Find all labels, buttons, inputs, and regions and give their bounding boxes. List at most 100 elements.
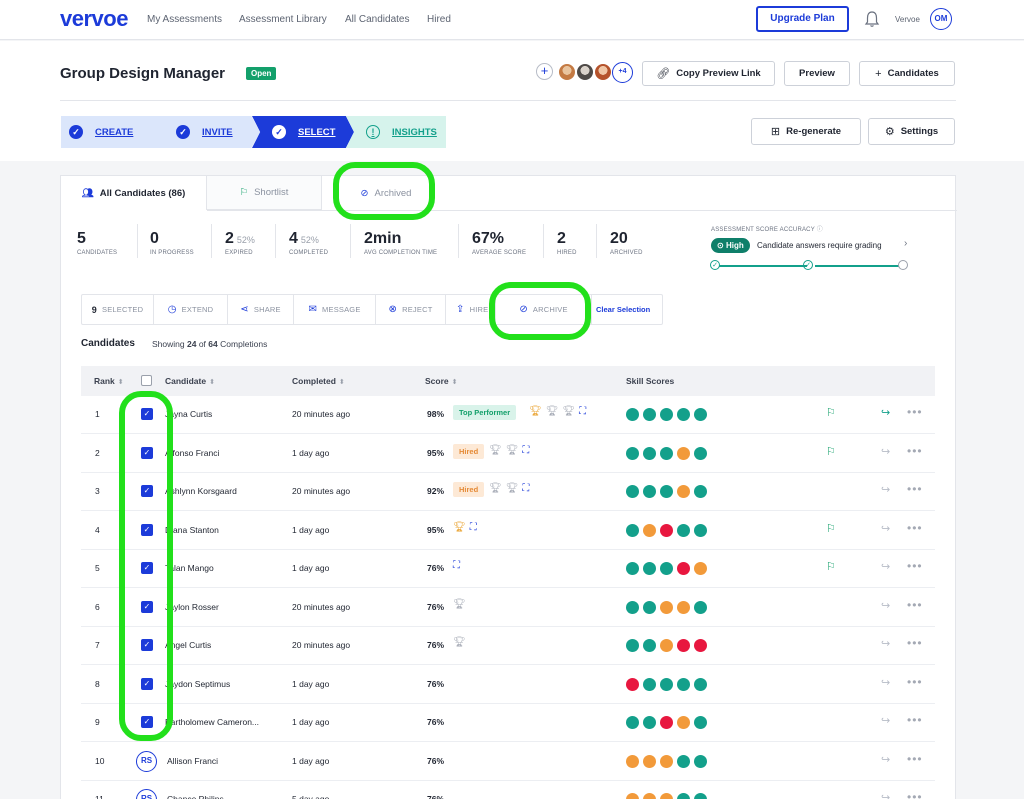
message-button[interactable]: ✉ MESSAGE <box>294 295 376 324</box>
notification-bell-icon[interactable] <box>864 10 880 28</box>
share-arrow-icon[interactable]: ↪ <box>881 637 890 650</box>
candidate-avatar: RS <box>136 750 157 772</box>
extend-button[interactable]: ◷ EXTEND <box>154 295 228 324</box>
score-value: 76% <box>427 717 445 727</box>
feedback-icon[interactable]: ⛶ <box>453 560 460 571</box>
candidate-name[interactable]: Bartholomew Cameron... <box>165 717 259 727</box>
more-options-icon[interactable]: ••• <box>907 636 923 650</box>
share-arrow-icon[interactable]: ↪ <box>881 522 890 535</box>
more-options-icon[interactable]: ••• <box>907 790 923 799</box>
stat-expired-label: EXPIRED <box>225 250 253 256</box>
skill-score-dot <box>643 562 656 575</box>
table-row[interactable]: 1 ✓ Jayna Curtis 20 minutes ago 98% Top Perfo… <box>81 396 935 434</box>
upgrade-plan-button[interactable]: Upgrade Plan <box>756 6 849 32</box>
more-options-icon[interactable]: ••• <box>907 444 923 458</box>
selected-count: 9 SELECTED <box>82 295 154 324</box>
share-arrow-icon[interactable]: ↪ <box>881 560 890 573</box>
share-arrow-icon[interactable]: ↪ <box>881 483 890 496</box>
settings-button[interactable]: ⚙ Settings <box>868 118 955 145</box>
more-options-icon[interactable]: ••• <box>907 482 923 496</box>
share-arrow-icon[interactable]: ↪ <box>881 445 890 458</box>
more-options-icon[interactable]: ••• <box>907 521 923 535</box>
column-candidate[interactable]: Candidate ⬍ <box>165 376 215 386</box>
stat-divider <box>137 224 138 258</box>
score-icons: 🏆︎ <box>453 637 466 648</box>
trophy-icon: 🏆︎ <box>562 406 576 417</box>
share-arrow-icon[interactable]: ↪ <box>881 676 890 689</box>
more-reviewers-badge[interactable]: +4 <box>612 62 633 83</box>
completed-time: 1 day ago <box>292 678 330 689</box>
skill-score-dot <box>643 446 656 460</box>
regenerate-button[interactable]: ⊞ Re-generate <box>751 118 861 145</box>
copy-preview-link-button[interactable]: 🔗︎ Copy Preview Link <box>642 61 775 86</box>
more-options-icon[interactable]: ••• <box>907 713 923 727</box>
completions-count: Showing 24 of 64 Completions <box>152 339 268 349</box>
vervoe-logo[interactable]: vervoe <box>60 6 128 32</box>
feedback-icon[interactable]: ⛶ <box>522 445 529 456</box>
preview-button[interactable]: Preview <box>784 61 850 86</box>
step-invite[interactable]: ✓ INVITE <box>152 116 260 148</box>
shortlist-flag-icon[interactable]: ⚐ <box>826 560 836 573</box>
page-title: Group Design Manager <box>60 65 226 82</box>
more-options-icon[interactable]: ••• <box>907 752 923 766</box>
nav-hired[interactable]: Hired <box>427 14 451 25</box>
reject-button[interactable]: ⊗ REJECT <box>376 295 446 324</box>
score-icons: 🏆︎ 🏆︎ 🏆︎ ⛶ <box>529 406 586 417</box>
add-reviewer-button[interactable]: + <box>536 63 553 80</box>
nav-all-candidates[interactable]: All Candidates <box>345 14 409 25</box>
candidate-name[interactable]: Allison Franci <box>167 756 218 766</box>
column-rank[interactable]: Rank ⬍ <box>94 376 124 386</box>
clear-selection-link[interactable]: Clear Selection <box>596 305 650 314</box>
candidate-name[interactable]: Chance Philips <box>167 794 224 799</box>
table-row[interactable]: 11 RS Chance Philips 5 day ago 76% ↪ ••• <box>81 781 935 799</box>
share-arrow-icon[interactable]: ↪ <box>881 599 890 612</box>
candidate-name[interactable]: Alfonso Franci <box>165 448 219 458</box>
nav-assessment-library[interactable]: Assessment Library <box>239 14 327 25</box>
candidate-name[interactable]: Jaylon Rosser <box>165 602 219 612</box>
step-insights[interactable]: ! INSIGHTS <box>346 116 446 148</box>
share-arrow-icon[interactable]: ↪ <box>881 714 890 727</box>
step-select[interactable]: ✓ SELECT <box>252 116 354 148</box>
share-arrow-icon[interactable]: ↪ <box>881 753 890 766</box>
table-row[interactable]: 9 ✓ Bartholomew Cameron... 1 day ago 76% ↪ ••• <box>81 704 935 742</box>
table-row[interactable]: 4 ✓ Diana Stanton 1 day ago 95% 🏆︎ ⛶ ⚐ ↪ ••• <box>81 512 935 550</box>
share-button[interactable]: ⋖ SHARE <box>228 295 294 324</box>
table-row[interactable]: 7 ✓ Angel Curtis 20 minutes ago 76% 🏆︎ ↪ ••• <box>81 627 935 665</box>
accuracy-title: ASSESSMENT SCORE ACCURACY ⓘ <box>711 227 823 233</box>
tab-shortlist[interactable]: ⚐ Shortlist <box>207 176 322 210</box>
rank-value: 6 <box>95 601 100 612</box>
more-options-icon[interactable]: ••• <box>907 559 923 573</box>
table-row[interactable]: 5 ✓ Talan Mango 1 day ago 76% ⛶ ⚐ ↪ ••• <box>81 550 935 588</box>
column-score[interactable]: Score ⬍ <box>425 376 458 386</box>
user-avatar[interactable]: OM <box>930 8 952 30</box>
table-row[interactable]: 10 RS Allison Franci 1 day ago 76% ↪ ••• <box>81 743 935 781</box>
chevron-right-icon[interactable]: › <box>904 238 907 249</box>
skill-score-dot <box>626 446 639 460</box>
tab-all-candidates[interactable]: 👥︎ All Candidates (86) <box>61 176 207 210</box>
account-name[interactable]: Vervoe <box>895 15 920 24</box>
more-options-icon[interactable]: ••• <box>907 598 923 612</box>
table-row[interactable]: 3 ✓ Ashlynn Korsgaard 20 minutes ago 92% Hire… <box>81 473 935 511</box>
step-create[interactable]: ✓ CREATE <box>61 116 161 148</box>
select-all-checkbox[interactable] <box>141 375 152 386</box>
table-row[interactable]: 8 ✓ Jaydon Septimus 1 day ago 76% ↪ ••• <box>81 666 935 704</box>
candidate-name[interactable]: Ashlynn Korsgaard <box>165 486 237 496</box>
table-row[interactable]: 6 ✓ Jaylon Rosser 20 minutes ago 76% 🏆︎ ↪ ••• <box>81 589 935 627</box>
shortlist-flag-icon[interactable]: ⚐ <box>826 522 836 535</box>
column-completed[interactable]: Completed ⬍ <box>292 376 345 386</box>
candidate-name[interactable]: Jaydon Septimus <box>165 679 230 689</box>
share-arrow-icon[interactable]: ↪ <box>881 406 890 419</box>
feedback-icon[interactable]: ⛶ <box>579 406 586 417</box>
add-candidates-button[interactable]: + Candidates <box>859 61 955 86</box>
more-options-icon[interactable]: ••• <box>907 405 923 419</box>
more-options-icon[interactable]: ••• <box>907 675 923 689</box>
feedback-icon[interactable]: ⛶ <box>522 483 529 494</box>
table-row[interactable]: 2 ✓ Alfonso Franci 1 day ago 95% Hired 🏆︎ 🏆︎ ⛶ ⚐ ↪… <box>81 435 935 473</box>
nav-my-assessments[interactable]: My Assessments <box>147 14 222 25</box>
shortlist-flag-icon[interactable]: ⚐ <box>826 445 836 458</box>
shortlist-flag-icon[interactable]: ⚐ <box>826 406 836 419</box>
feedback-icon[interactable]: ⛶ <box>470 522 477 533</box>
candidate-name[interactable]: Diana Stanton <box>165 525 219 535</box>
stat-divider <box>458 224 459 258</box>
share-arrow-icon[interactable]: ↪ <box>881 791 890 799</box>
